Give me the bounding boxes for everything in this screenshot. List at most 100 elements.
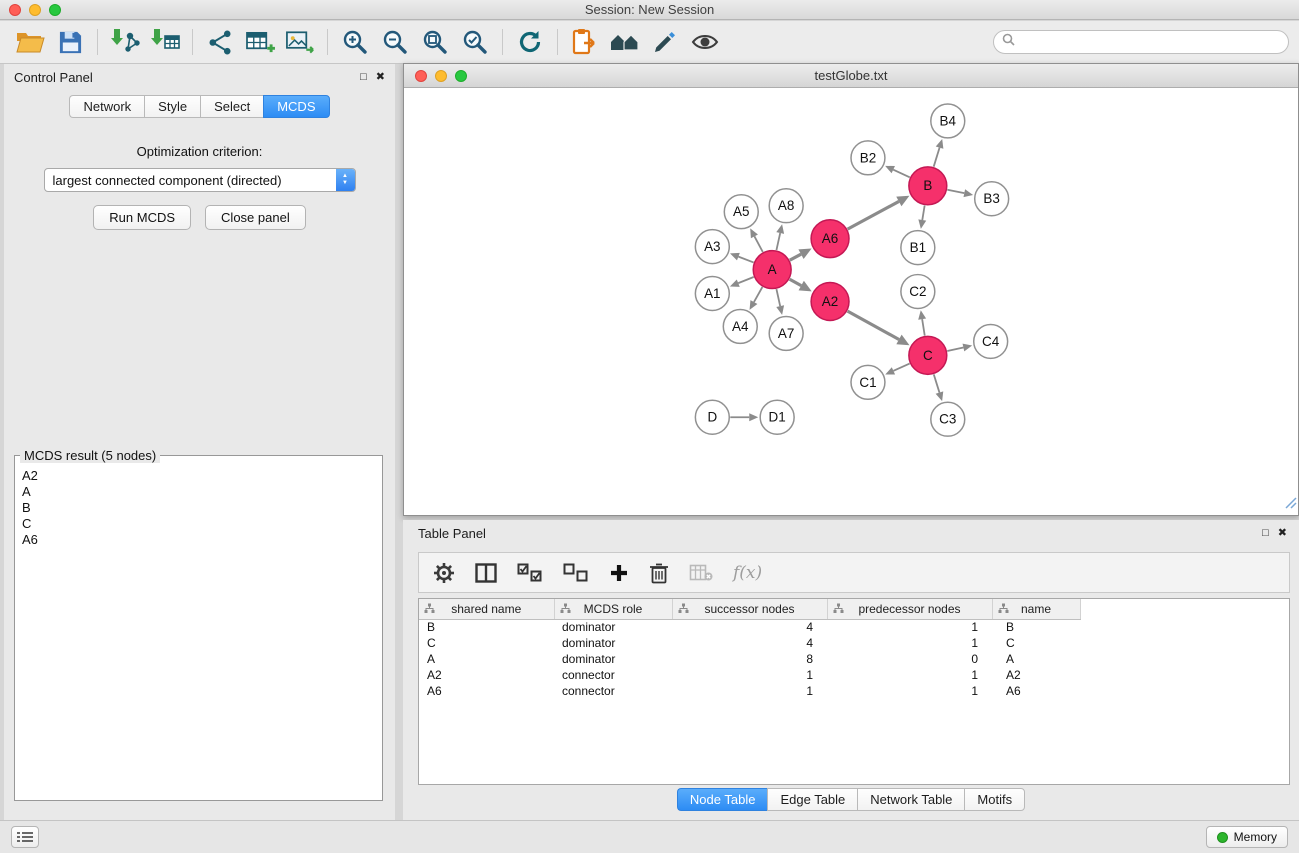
zoom-in-icon[interactable] [335, 24, 375, 60]
resize-handle-icon[interactable] [1285, 496, 1297, 514]
task-history-icon[interactable] [11, 826, 39, 848]
column-header-predecessor-nodes[interactable]: predecessor nodes [827, 599, 992, 619]
graph-node-A7[interactable]: A7 [769, 316, 803, 350]
run-mcds-button[interactable]: Run MCDS [93, 205, 191, 230]
graph-node-D1[interactable]: D1 [760, 400, 794, 434]
graph-edge-A-A6[interactable] [790, 254, 801, 260]
import-table-file-icon[interactable] [145, 24, 185, 60]
graph-edge-A6-B[interactable] [848, 201, 899, 229]
node-table-row[interactable]: A6connector11A6 [419, 683, 1080, 699]
pen-icon[interactable] [645, 24, 685, 60]
graph-edge-A-A3[interactable] [738, 257, 753, 263]
graph-edge-A-A2[interactable] [790, 279, 802, 285]
graph-edge-A2-C[interactable] [848, 311, 899, 339]
zoom-selected-icon[interactable] [455, 24, 495, 60]
node-table-row[interactable]: Cdominator41C [419, 635, 1080, 651]
graph-node-A6[interactable]: A6 [811, 220, 849, 258]
table-settings-gear-icon[interactable] [433, 562, 455, 584]
mcds-result-item[interactable]: A6 [16, 532, 381, 548]
network-window-titlebar[interactable]: testGlobe.txt [404, 64, 1298, 88]
close-window-button[interactable] [9, 4, 21, 16]
mcds-result-item[interactable]: A [16, 484, 381, 500]
function-builder-icon[interactable]: f(x) [733, 563, 762, 583]
graph-node-A5[interactable]: A5 [724, 195, 758, 229]
deselect-all-icon[interactable] [563, 563, 589, 583]
node-table-row[interactable]: Bdominator41B [419, 619, 1080, 635]
search-input[interactable] [1020, 35, 1280, 49]
tab-select[interactable]: Select [200, 95, 263, 118]
graph-node-B[interactable]: B [909, 167, 947, 205]
delete-table-icon-disabled[interactable] [689, 564, 713, 582]
graph-edge-B-B3[interactable] [947, 190, 964, 193]
network-zoom-button[interactable] [455, 70, 467, 82]
graph-node-A4[interactable]: A4 [723, 309, 757, 343]
graph-node-A1[interactable]: A1 [695, 277, 729, 311]
graph-node-A[interactable]: A [753, 251, 791, 289]
search-box[interactable] [993, 30, 1289, 54]
tab-node-table[interactable]: Node Table [677, 788, 768, 811]
graph-edge-A-A7[interactable] [776, 289, 780, 306]
zoom-out-icon[interactable] [375, 24, 415, 60]
graph-node-D[interactable]: D [695, 400, 729, 434]
mcds-result-item[interactable]: C [16, 516, 381, 532]
close-panel-icon[interactable]: ✖ [376, 72, 385, 83]
graph-edge-C-C2[interactable] [922, 319, 925, 336]
new-table-icon[interactable] [240, 24, 280, 60]
graph-edge-B-B1[interactable] [922, 205, 924, 220]
graph-node-B2[interactable]: B2 [851, 141, 885, 175]
memory-button[interactable]: Memory [1206, 826, 1288, 848]
mcds-result-item[interactable]: B [16, 500, 381, 516]
tab-network-table[interactable]: Network Table [857, 788, 964, 811]
close-table-panel-icon[interactable]: ✖ [1278, 528, 1287, 539]
save-session-icon[interactable] [50, 24, 90, 60]
network-minimize-button[interactable] [435, 70, 447, 82]
graph-node-B4[interactable]: B4 [931, 104, 965, 138]
sort-icon[interactable] [678, 603, 689, 617]
mcds-result-item[interactable]: A2 [16, 468, 381, 484]
tab-style[interactable]: Style [144, 95, 200, 118]
graph-node-A8[interactable]: A8 [769, 189, 803, 223]
open-session-icon[interactable] [10, 24, 50, 60]
criterion-dropdown[interactable]: largest connected component (directed) ▲… [44, 168, 356, 192]
tab-motifs[interactable]: Motifs [964, 788, 1025, 811]
apply-layout-icon[interactable] [510, 24, 550, 60]
clipboard-export-icon[interactable] [565, 24, 605, 60]
graph-node-B1[interactable]: B1 [901, 231, 935, 265]
node-table-row[interactable]: A2connector11A2 [419, 667, 1080, 683]
eye-icon[interactable] [685, 24, 725, 60]
tab-network[interactable]: Network [69, 95, 144, 118]
graph-edge-C-C1[interactable] [893, 364, 909, 371]
import-network-file-icon[interactable] [105, 24, 145, 60]
network-canvas[interactable]: B4B2BB3A5A8A6B1A3AC2A1A2A4A7C4CC1C3DD1 [404, 88, 1298, 515]
delete-column-trash-icon[interactable] [649, 562, 669, 584]
tab-edge-table[interactable]: Edge Table [767, 788, 857, 811]
sort-icon[interactable] [998, 603, 1009, 617]
graph-edge-A-A4[interactable] [754, 287, 762, 302]
zoom-fit-icon[interactable] [415, 24, 455, 60]
graph-node-A3[interactable]: A3 [695, 230, 729, 264]
graph-edge-A-A8[interactable] [776, 233, 780, 250]
select-all-icon[interactable] [517, 563, 543, 583]
show-columns-icon[interactable] [475, 563, 497, 583]
graph-node-C4[interactable]: C4 [974, 324, 1008, 358]
sort-icon[interactable] [833, 603, 844, 617]
close-panel-button[interactable]: Close panel [205, 205, 306, 230]
node-table-row[interactable]: Adominator80A [419, 651, 1080, 667]
graph-edge-B-B2[interactable] [893, 170, 909, 178]
graph-node-A2[interactable]: A2 [811, 283, 849, 321]
network-close-button[interactable] [415, 70, 427, 82]
export-image-icon[interactable] [280, 24, 320, 60]
houses-icon[interactable] [605, 24, 645, 60]
add-column-icon[interactable] [609, 563, 629, 583]
tab-mcds[interactable]: MCDS [263, 95, 329, 118]
sort-icon[interactable] [560, 603, 571, 617]
graph-edge-C-C4[interactable] [947, 347, 963, 351]
new-network-icon[interactable] [200, 24, 240, 60]
graph-edge-A-A5[interactable] [754, 236, 762, 252]
mcds-result-list[interactable]: A2ABCA6 [16, 465, 381, 799]
column-header-name[interactable]: name [992, 599, 1080, 619]
column-header-successor-nodes[interactable]: successor nodes [672, 599, 827, 619]
graph-node-C1[interactable]: C1 [851, 365, 885, 399]
minimize-window-button[interactable] [29, 4, 41, 16]
float-table-panel-icon[interactable]: □ [1262, 528, 1269, 539]
